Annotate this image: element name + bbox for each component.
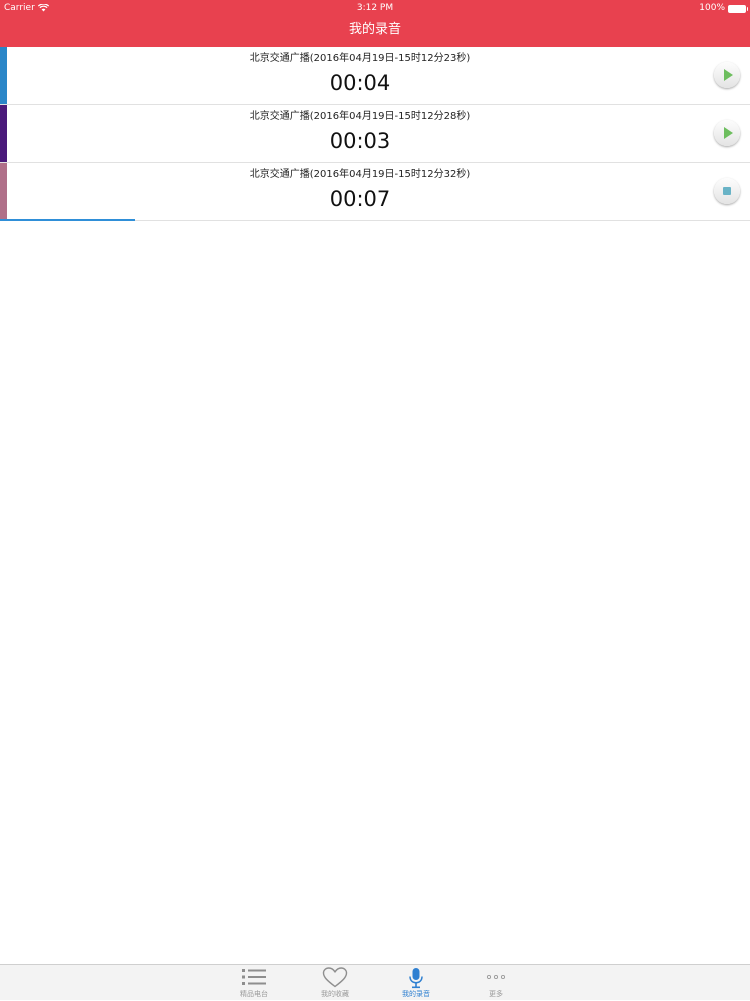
tab-featured-stations[interactable]: 精品电台: [224, 965, 284, 1001]
playback-progress-bar[interactable]: [0, 219, 135, 221]
page-title: 我的录音: [348, 22, 401, 37]
stop-button[interactable]: [714, 178, 740, 204]
battery-icon: [728, 4, 748, 13]
play-button[interactable]: [714, 62, 740, 88]
tab-label: 我的收藏: [321, 990, 349, 998]
recording-duration: 00:07: [329, 187, 391, 211]
status-time: 3:12 PM: [356, 3, 394, 13]
tab-label: 精品电台: [240, 990, 268, 998]
heart-icon: [305, 967, 365, 989]
recording-list: 北京交通广播(2016年04月19日-15时12分23秒) 00:04 北京交通…: [0, 47, 750, 221]
status-bar: Carrier 3:12 PM 100%: [0, 0, 750, 16]
status-right: 100%: [699, 0, 748, 16]
recording-row[interactable]: 北京交通广播(2016年04月19日-15时12分32秒) 00:07: [0, 163, 750, 221]
list-icon: [224, 967, 284, 989]
recording-title: 北京交通广播(2016年04月19日-15时12分32秒): [249, 169, 471, 180]
microphone-icon: [386, 967, 446, 989]
navigation-header: Carrier 3:12 PM 100% 我的录音: [0, 0, 750, 47]
more-dots-icon: [466, 967, 526, 989]
tab-label: 我的录音: [402, 990, 430, 998]
recording-duration: 00:04: [329, 71, 391, 95]
recording-row[interactable]: 北京交通广播(2016年04月19日-15时12分23秒) 00:04: [0, 47, 750, 105]
stop-icon: [723, 187, 731, 195]
recording-duration: 00:03: [329, 129, 391, 153]
tab-favorites[interactable]: 我的收藏: [305, 965, 365, 1001]
tab-bar: 精品电台 我的收藏 我的录音 更多: [0, 964, 750, 1000]
tab-my-recordings[interactable]: 我的录音: [386, 965, 446, 1001]
recording-row[interactable]: 北京交通广播(2016年04月19日-15时12分28秒) 00:03: [0, 105, 750, 163]
tab-more[interactable]: 更多: [466, 965, 526, 1001]
tab-label: 更多: [489, 990, 503, 998]
play-button[interactable]: [714, 120, 740, 146]
play-icon: [724, 127, 733, 139]
battery-percent: 100%: [699, 3, 725, 13]
play-icon: [724, 69, 733, 81]
recording-title: 北京交通广播(2016年04月19日-15时12分23秒): [249, 53, 471, 64]
recording-title: 北京交通广播(2016年04月19日-15时12分28秒): [249, 111, 471, 122]
